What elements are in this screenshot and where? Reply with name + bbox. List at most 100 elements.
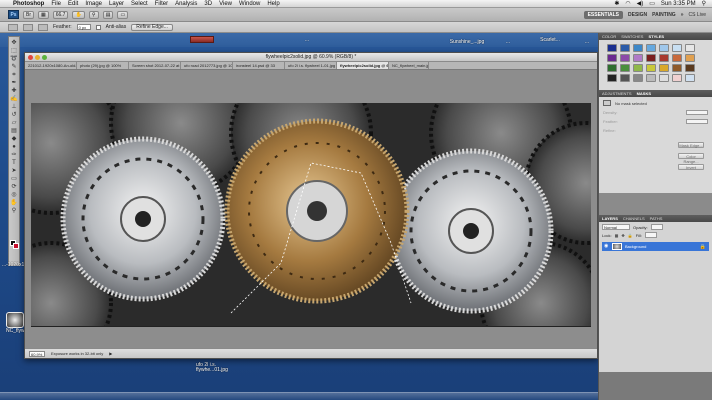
color-swatch[interactable]: [620, 64, 630, 72]
tab-channels[interactable]: CHANNELS: [623, 216, 645, 221]
3d-orbit-tool-icon[interactable]: ◎: [10, 192, 19, 199]
blur-tool-icon[interactable]: ◆: [10, 136, 19, 143]
mask-feather-slider[interactable]: [686, 119, 708, 124]
color-swatch[interactable]: [620, 74, 630, 82]
color-swatch[interactable]: [685, 44, 695, 52]
desktop-file-label-2[interactable]: ...: [500, 40, 516, 45]
3d-rotate-tool-icon[interactable]: ⟳: [10, 184, 19, 191]
opacity-field[interactable]: [650, 224, 663, 230]
flywheel-image[interactable]: [31, 103, 591, 327]
desktop-file-label-3[interactable]: Scarlet...: [530, 38, 570, 43]
close-window-icon[interactable]: [28, 55, 33, 60]
spotlight-icon[interactable]: ⚲: [702, 0, 706, 7]
antialias-checkbox[interactable]: [95, 24, 101, 30]
background-color-swatch[interactable]: [13, 243, 19, 249]
color-swatch[interactable]: [607, 54, 617, 62]
document-tab[interactable]: ironsteel 14.psd @ 33: [233, 62, 285, 69]
status-text[interactable]: Exposure works in 32-bit only: [51, 351, 103, 356]
screen-mode-button[interactable]: ▭: [117, 10, 129, 19]
app-menu[interactable]: Photoshop: [13, 1, 44, 7]
quick-select-tool-icon[interactable]: ✎: [10, 64, 19, 71]
mask-edge-button[interactable]: Mask Edge...: [678, 142, 704, 148]
color-swatch[interactable]: [685, 54, 695, 62]
hand-tool-button[interactable]: ✋: [72, 10, 85, 19]
color-swatch[interactable]: [646, 64, 656, 72]
pen-tool-icon[interactable]: ✑: [10, 152, 19, 159]
color-swatch[interactable]: [659, 74, 669, 82]
hand-tool-icon[interactable]: ✋: [10, 200, 19, 207]
battery-icon[interactable]: ▭: [649, 0, 655, 7]
document-tab[interactable]: Screen shot 2012-07-22 at 1:49:43 PM.png: [129, 62, 181, 69]
volume-icon[interactable]: ◀): [637, 0, 644, 7]
invert-button[interactable]: Invert: [678, 164, 704, 170]
color-swatch[interactable]: [659, 64, 669, 72]
canvas-area[interactable]: [25, 70, 597, 348]
document-tab[interactable]: ufo road 2012773.jpg @ 100%: [181, 62, 233, 69]
marquee-tool-icon[interactable]: ⬚: [10, 48, 19, 55]
history-brush-tool-icon[interactable]: ↺: [10, 112, 19, 119]
lock-pixels-icon[interactable]: ▦: [615, 233, 619, 238]
color-swatch[interactable]: [646, 44, 656, 52]
tab-layers[interactable]: LAYERS: [602, 216, 618, 221]
color-swatch[interactable]: [672, 74, 682, 82]
blend-mode-dropdown[interactable]: Normal: [602, 224, 630, 230]
minibridge-button[interactable]: ▦: [38, 10, 49, 19]
tab-styles[interactable]: STYLES: [648, 34, 664, 39]
healing-brush-tool-icon[interactable]: ✚: [10, 88, 19, 95]
menu-select[interactable]: Select: [131, 1, 148, 7]
menu-filter[interactable]: Filter: [155, 1, 168, 7]
workspace-design[interactable]: DESIGN: [628, 12, 647, 18]
status-arrow-icon[interactable]: ▶: [109, 351, 112, 356]
lock-all-icon[interactable]: 🔒: [628, 233, 633, 238]
bluetooth-icon[interactable]: ✱: [614, 0, 619, 7]
clone-stamp-tool-icon[interactable]: ⊥: [10, 104, 19, 111]
type-tool-icon[interactable]: T: [10, 160, 19, 167]
dodge-tool-icon[interactable]: ●: [10, 144, 19, 151]
desktop-red-file-icon[interactable]: [190, 36, 214, 43]
menu-edit[interactable]: Edit: [68, 1, 78, 7]
desktop-file-icon-3[interactable]: ufo 2l i.s. flywhe...01.jpg: [196, 362, 228, 373]
move-tool-icon[interactable]: ✥: [10, 40, 19, 47]
document-tab-active[interactable]: flywheelpic2solid.jpg @ 60.9% (RGB/8) *: [337, 62, 389, 69]
lock-position-icon[interactable]: ✥: [621, 233, 624, 238]
color-swatch[interactable]: [646, 74, 656, 82]
color-swatch[interactable]: [672, 64, 682, 72]
color-swatch[interactable]: [633, 44, 643, 52]
color-swatch[interactable]: [607, 44, 617, 52]
color-swatch[interactable]: [607, 64, 617, 72]
workspace-more-icon[interactable]: »: [681, 12, 684, 18]
desktop-file-label-4[interactable]: ...: [578, 40, 596, 45]
color-swatch[interactable]: [633, 64, 643, 72]
menu-help[interactable]: Help: [267, 1, 279, 7]
color-swatch[interactable]: [685, 74, 695, 82]
eyedropper-tool-icon[interactable]: ✒: [10, 80, 19, 87]
gradient-tool-icon[interactable]: ▤: [10, 128, 19, 135]
color-swatch[interactable]: [672, 44, 682, 52]
wifi-icon[interactable]: ◠: [625, 0, 630, 7]
menu-file[interactable]: File: [51, 1, 61, 7]
color-swatch[interactable]: [646, 54, 656, 62]
menu-image[interactable]: Image: [85, 1, 102, 7]
density-slider[interactable]: [686, 110, 708, 115]
crop-tool-icon[interactable]: ⌗: [10, 72, 19, 79]
menu-analysis[interactable]: Analysis: [175, 1, 197, 7]
minimize-window-icon[interactable]: [35, 55, 40, 60]
cs-live-button[interactable]: CS Live: [688, 12, 706, 18]
refine-edge-button[interactable]: Refine Edge...: [131, 23, 173, 31]
desktop-file-label[interactable]: ...: [282, 38, 332, 43]
path-select-tool-icon[interactable]: ➤: [10, 168, 19, 175]
tab-adjustments[interactable]: ADJUSTMENTS: [602, 91, 632, 96]
color-swatch[interactable]: [607, 74, 617, 82]
document-tab[interactable]: photo (29).jpg @ 100%: [77, 62, 129, 69]
tab-swatches[interactable]: SWATCHES: [621, 34, 643, 39]
menu-window[interactable]: Window: [239, 1, 260, 7]
document-tab[interactable]: NC_flywheel_main.jpg: [389, 62, 429, 69]
add-selection-icon[interactable]: [38, 23, 48, 31]
layer-row-background[interactable]: ◉ Background 🔒: [602, 242, 709, 251]
document-tab[interactable]: 221012-1920x1080-An-old-Acm.jpg: [25, 62, 77, 69]
menu-3d[interactable]: 3D: [204, 1, 212, 7]
menu-view[interactable]: View: [219, 1, 232, 7]
color-swatch[interactable]: [685, 64, 695, 72]
document-title-bar[interactable]: flywheelpic2solid.jpg @ 60.9% (RGB/8) *: [25, 53, 597, 62]
new-selection-icon[interactable]: [23, 23, 33, 31]
